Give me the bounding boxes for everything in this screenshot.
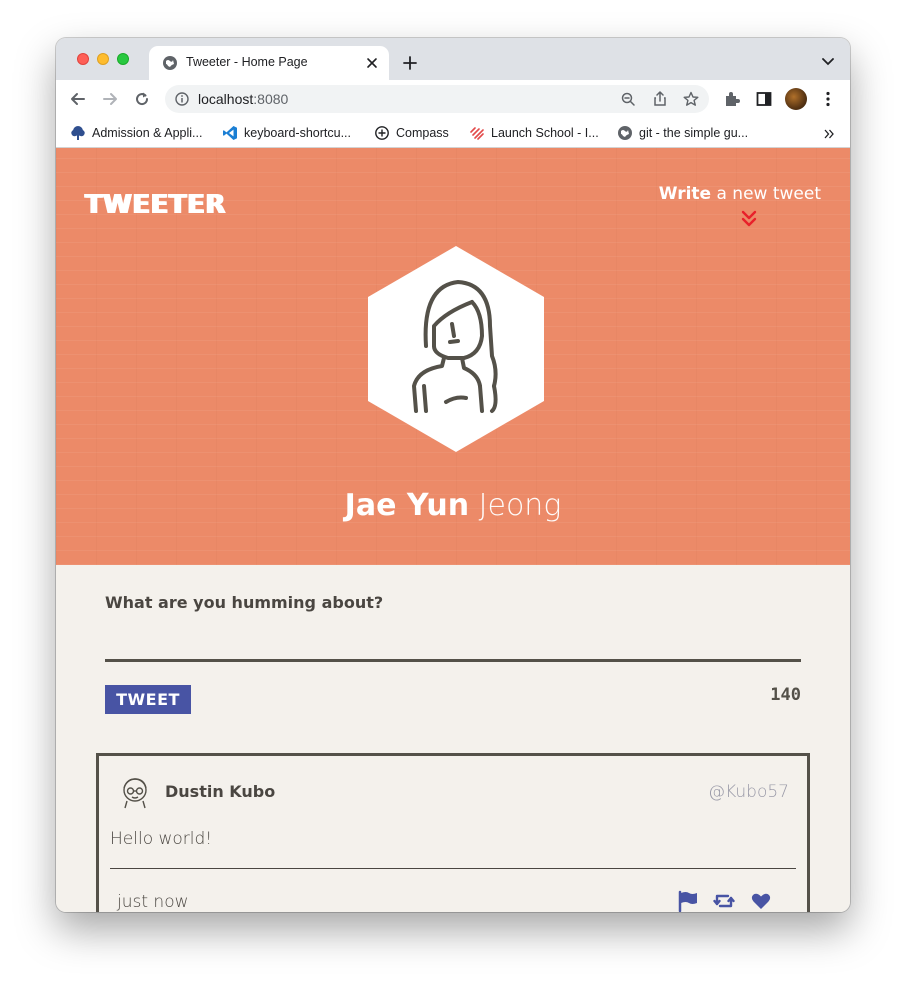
write-link-rest: a new tweet bbox=[711, 184, 821, 204]
reload-icon[interactable] bbox=[133, 90, 151, 108]
profile-first-name: Jae Yun bbox=[344, 488, 470, 523]
tweet-card: Dustin Kubo @Kubo57 Hello world! just no… bbox=[96, 753, 810, 912]
tab-title: Tweeter - Home Page bbox=[186, 55, 308, 69]
character-counter: 140 bbox=[770, 685, 801, 705]
launch-school-icon bbox=[470, 127, 484, 140]
flag-icon[interactable] bbox=[677, 890, 699, 912]
bookmarks-bar: Admission & Appli... keyboard-shortcu...… bbox=[56, 118, 850, 148]
browser-tab[interactable]: Tweeter - Home Page bbox=[149, 46, 389, 80]
tree-icon bbox=[71, 126, 85, 140]
bookmark-label: git - the simple gu... bbox=[639, 126, 749, 140]
user-avatar-icon bbox=[123, 778, 147, 809]
tab-strip: Tweeter - Home Page bbox=[56, 38, 850, 80]
bookmark-label: keyboard-shortcu... bbox=[244, 126, 351, 140]
tweet-author-handle: @Kubo57 bbox=[708, 782, 789, 802]
tweet-author-name: Dustin Kubo bbox=[165, 782, 276, 801]
close-tab-icon[interactable] bbox=[365, 56, 379, 70]
profile-avatar[interactable] bbox=[785, 88, 807, 110]
side-panel-icon[interactable] bbox=[755, 90, 773, 108]
profile-name: Jae Yun Jeong bbox=[56, 488, 850, 523]
chevron-down-icon[interactable] bbox=[822, 57, 834, 67]
double-chevron-down-icon[interactable] bbox=[740, 210, 758, 228]
tweet-timestamp: just now bbox=[117, 892, 189, 912]
double-chevron-right-icon[interactable] bbox=[824, 129, 834, 139]
browser-window: Tweeter - Home Page localhost:8080 Admis… bbox=[56, 38, 850, 912]
globe-icon bbox=[163, 56, 177, 70]
compass-icon bbox=[375, 126, 389, 140]
tweet-textarea[interactable] bbox=[105, 618, 801, 662]
new-tab-icon[interactable] bbox=[402, 55, 418, 71]
tweet-button[interactable]: TWEET bbox=[105, 685, 191, 714]
bookmark-label: Admission & Appli... bbox=[92, 126, 203, 140]
url-host: localhost bbox=[198, 91, 254, 107]
page-content: TWEETER Write a new tweet Jae Yun Jeong … bbox=[56, 148, 850, 912]
write-link-strong: Write bbox=[658, 184, 712, 204]
heart-icon[interactable] bbox=[750, 890, 772, 912]
app-logo[interactable]: TWEETER bbox=[85, 190, 226, 220]
zoom-window-button[interactable] bbox=[117, 53, 129, 65]
globe-icon bbox=[618, 126, 632, 140]
minimize-window-button[interactable] bbox=[97, 53, 109, 65]
extensions-icon[interactable] bbox=[723, 90, 741, 108]
zoom-out-icon[interactable] bbox=[621, 92, 636, 107]
browser-toolbar: localhost:8080 bbox=[56, 80, 850, 118]
vscode-icon bbox=[223, 126, 237, 140]
retweet-icon[interactable] bbox=[713, 890, 735, 912]
profile-last-name: Jeong bbox=[469, 488, 562, 523]
compose-label: What are you humming about? bbox=[105, 593, 384, 612]
share-icon[interactable] bbox=[653, 91, 667, 107]
bookmark-label: Launch School - I... bbox=[491, 126, 599, 140]
url-text: localhost:8080 bbox=[198, 91, 288, 107]
profile-header: TWEETER Write a new tweet Jae Yun Jeong bbox=[56, 148, 850, 565]
tweet-divider bbox=[110, 868, 796, 869]
info-icon[interactable] bbox=[175, 92, 189, 106]
address-bar[interactable]: localhost:8080 bbox=[165, 85, 709, 113]
forward-arrow-icon[interactable] bbox=[101, 90, 119, 108]
tweet-body: Hello world! bbox=[110, 829, 213, 849]
url-port: :8080 bbox=[253, 91, 289, 107]
back-arrow-icon[interactable] bbox=[69, 90, 87, 108]
bookmark-label: Compass bbox=[396, 126, 449, 140]
write-tweet-link[interactable]: Write a new tweet bbox=[659, 184, 821, 204]
close-window-button[interactable] bbox=[77, 53, 89, 65]
profile-avatar-hexagon bbox=[368, 246, 544, 452]
more-menu-icon[interactable] bbox=[819, 90, 837, 108]
bookmark-star-icon[interactable] bbox=[683, 91, 699, 107]
